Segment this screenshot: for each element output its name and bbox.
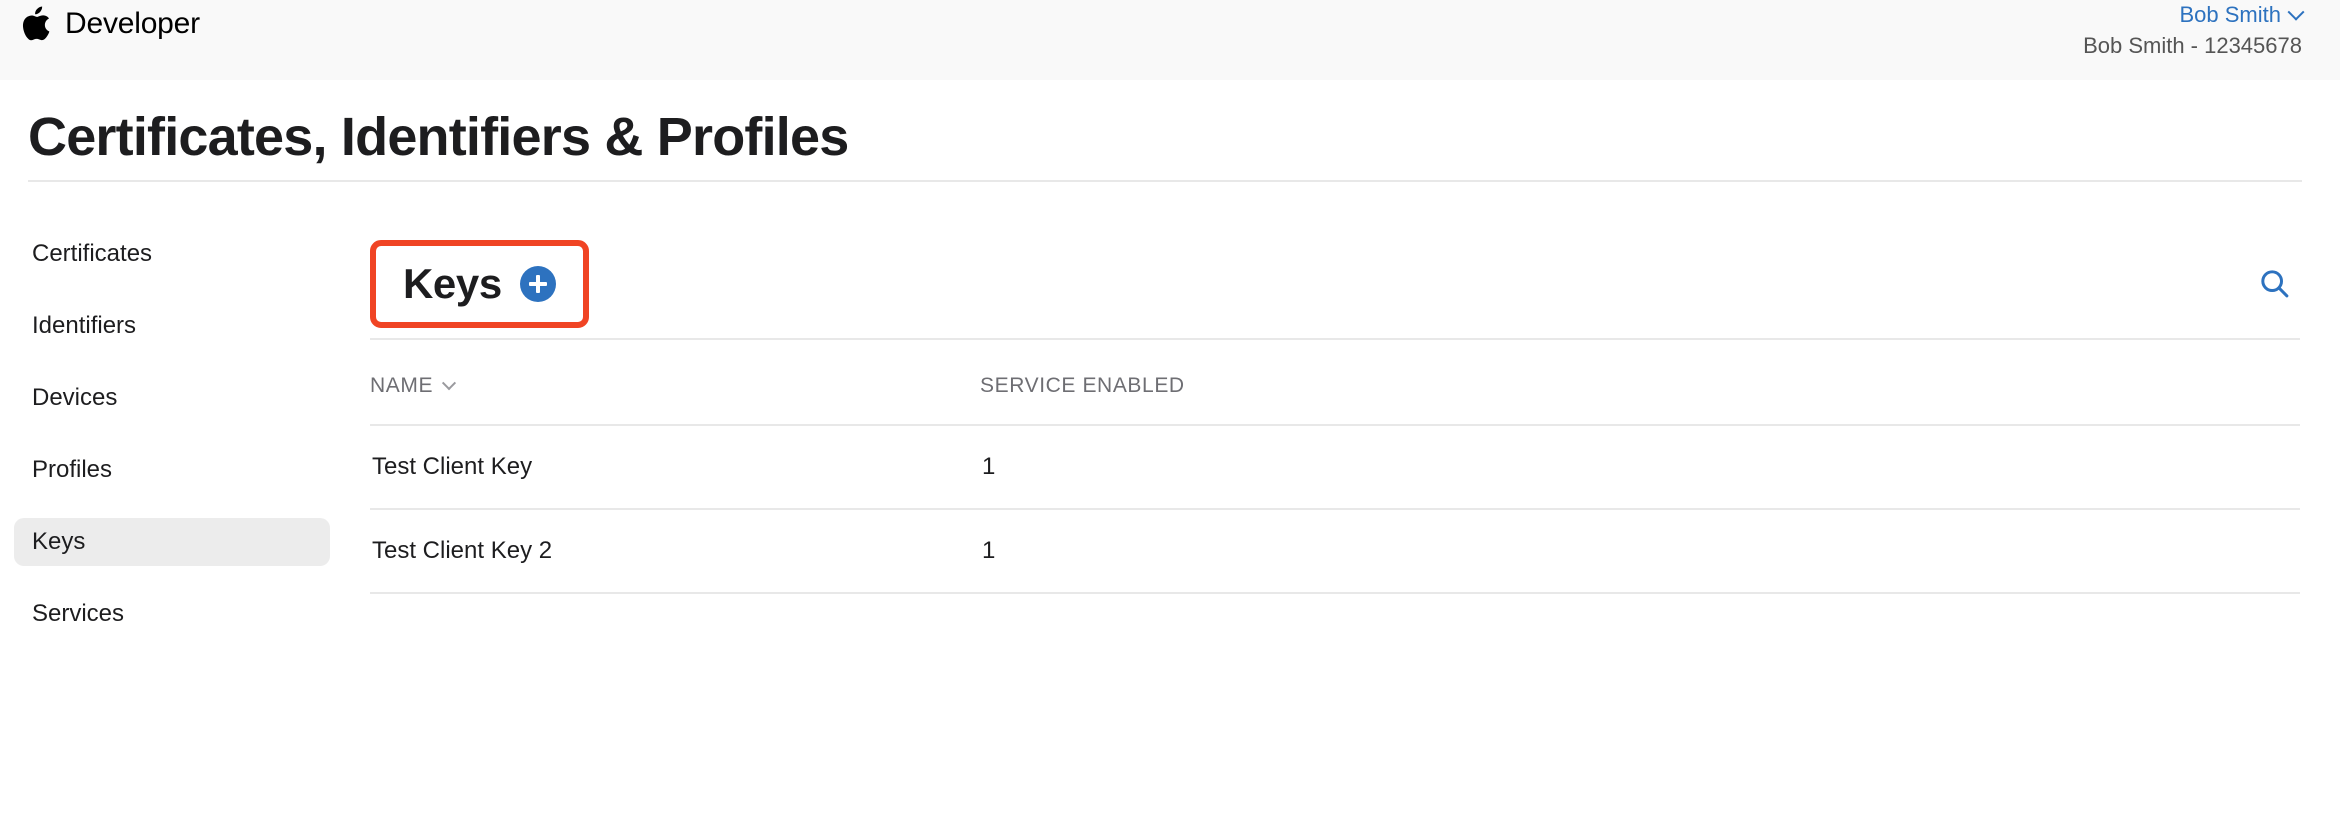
sidebar-item-label: Devices xyxy=(32,384,118,411)
sidebar-item-profiles[interactable]: Profiles xyxy=(14,446,330,494)
table-header-row: NAME SERVICE ENABLED xyxy=(370,340,2300,426)
account-team-label: Bob Smith - 12345678 xyxy=(2083,33,2302,58)
main-content: Keys NAME SERVICE ENABLED Test Client Ke… xyxy=(370,230,2340,594)
cell-key-name: Test Client Key xyxy=(370,425,980,510)
chevron-down-icon xyxy=(442,376,457,391)
sidebar-item-certificates[interactable]: Certificates xyxy=(14,230,330,278)
sidebar: Certificates Identifiers Devices Profile… xyxy=(0,230,370,638)
apple-logo-icon xyxy=(22,6,50,41)
sidebar-item-devices[interactable]: Devices xyxy=(14,374,330,422)
keys-table: NAME SERVICE ENABLED Test Client Key 1 T… xyxy=(370,340,2300,594)
section-title: Keys xyxy=(403,260,502,307)
page-title-section: Certificates, Identifiers & Profiles xyxy=(0,80,2340,182)
sidebar-item-label: Services xyxy=(32,600,125,627)
content-header: Keys xyxy=(370,230,2300,340)
brand-block[interactable]: Developer xyxy=(22,0,200,42)
sidebar-item-label: Identifiers xyxy=(32,312,137,339)
sidebar-item-identifiers[interactable]: Identifiers xyxy=(14,302,330,350)
account-name: Bob Smith xyxy=(2179,2,2282,27)
cell-service-enabled: 1 xyxy=(980,509,2300,594)
sidebar-item-services[interactable]: Services xyxy=(14,590,330,638)
sidebar-item-keys[interactable]: Keys xyxy=(14,518,330,566)
table-body: Test Client Key 1 Test Client Key 2 1 xyxy=(370,425,2300,594)
page-body: Certificates Identifiers Devices Profile… xyxy=(0,182,2340,638)
sidebar-item-label: Profiles xyxy=(32,456,113,483)
keys-heading-highlight: Keys xyxy=(370,240,589,328)
table-head: NAME SERVICE ENABLED xyxy=(370,340,2300,426)
column-header-label: SERVICE ENABLED xyxy=(980,374,1185,397)
column-header-service-enabled: SERVICE ENABLED xyxy=(980,340,2300,426)
sidebar-item-label: Keys xyxy=(32,528,86,555)
search-button[interactable] xyxy=(2250,259,2300,309)
account-block: Bob Smith Bob Smith - 12345678 xyxy=(2083,0,2305,61)
search-icon xyxy=(2261,270,2289,298)
column-header-label: NAME xyxy=(370,374,434,397)
cell-key-name: Test Client Key 2 xyxy=(370,509,980,594)
account-menu-button[interactable]: Bob Smith xyxy=(2179,1,2305,29)
global-nav: Developer Bob Smith Bob Smith - 12345678 xyxy=(0,0,2340,80)
table-row[interactable]: Test Client Key 2 1 xyxy=(370,509,2300,594)
sidebar-item-label: Certificates xyxy=(32,240,153,267)
column-header-name[interactable]: NAME xyxy=(370,340,980,426)
chevron-down-icon xyxy=(2287,3,2305,21)
cell-service-enabled: 1 xyxy=(980,425,2300,510)
add-key-button[interactable] xyxy=(519,266,556,302)
page-title: Certificates, Identifiers & Profiles xyxy=(28,107,849,167)
brand-name: Developer xyxy=(65,7,200,40)
table-row[interactable]: Test Client Key 1 xyxy=(370,425,2300,510)
